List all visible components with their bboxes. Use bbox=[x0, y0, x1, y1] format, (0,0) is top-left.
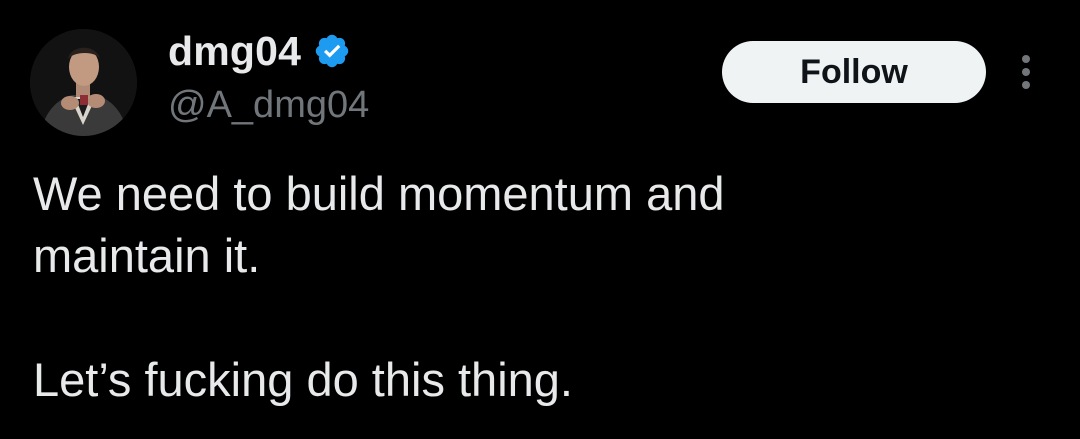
avatar-image bbox=[30, 29, 137, 136]
author-handle[interactable]: @A_dmg04 bbox=[168, 81, 369, 129]
tweet-paragraph: Let’s fucking do this thing. bbox=[33, 353, 573, 406]
verified-badge-icon[interactable] bbox=[313, 32, 351, 70]
author-name-row: dmg04 bbox=[168, 26, 351, 76]
author-display-name[interactable]: dmg04 bbox=[168, 26, 301, 76]
tweet-text: We need to build momentum and maintain i… bbox=[33, 163, 1033, 411]
tweet-card: dmg04 @A_dmg04 Follow We need to build m… bbox=[0, 0, 1080, 439]
tweet-paragraph: We need to build momentum and maintain i… bbox=[33, 167, 725, 282]
avatar[interactable] bbox=[30, 29, 137, 136]
follow-button[interactable]: Follow bbox=[722, 41, 986, 103]
more-options-icon[interactable] bbox=[1008, 50, 1044, 94]
